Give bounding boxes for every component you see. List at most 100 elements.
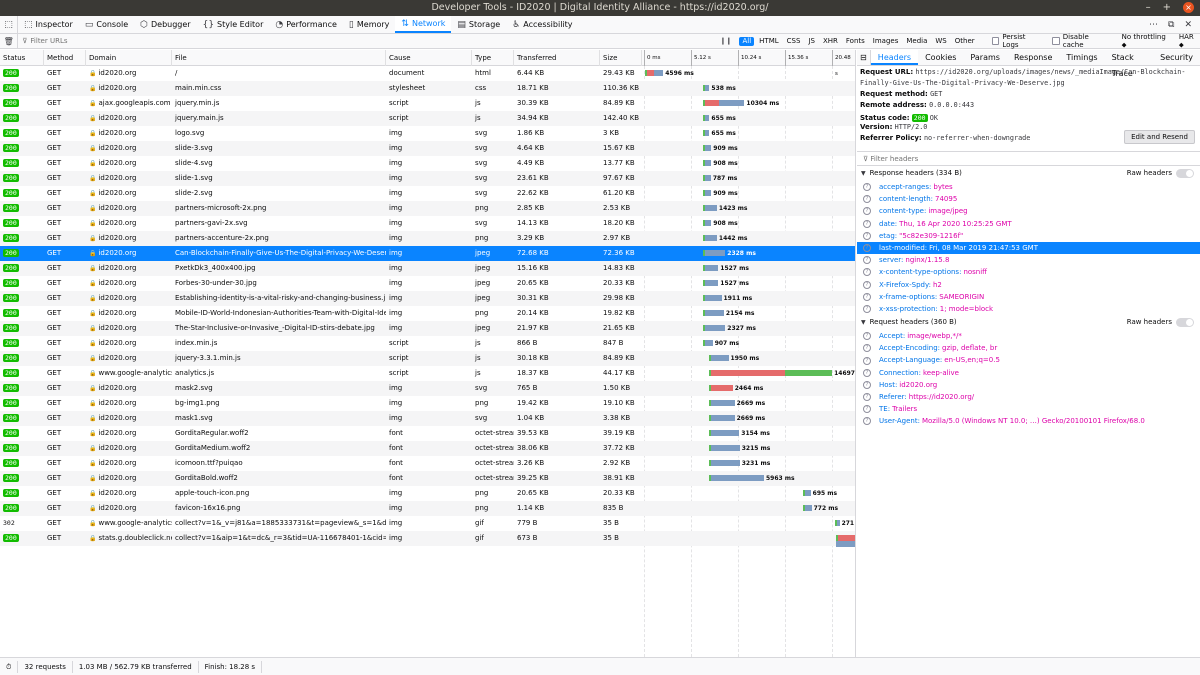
more-options-icon[interactable]: ⋯ [1149,20,1158,30]
throttling-select[interactable]: No throttling ⬥ [1122,33,1171,50]
help-icon[interactable]: ? [863,368,871,377]
request-row[interactable]: 200 GET 🔒 id2020.org jquery.main.js script js 3… [0,111,855,126]
toggle-switch[interactable] [1176,318,1194,328]
help-icon[interactable]: ? [863,292,871,301]
header-row[interactable]: ? TE: Trailers [857,403,1200,415]
collapse-triangle-icon[interactable]: ▼ [861,315,866,330]
help-icon[interactable]: ? [863,219,871,228]
header-row[interactable]: ? last-modified: Fri, 08 Mar 2019 21:47:53… [857,241,1200,255]
tab-debugger[interactable]: ⬡ Debugger [134,16,196,33]
request-row[interactable]: 200 GET 🔒 id2020.org slide-2.svg img svg 22.62 … [0,186,855,201]
minimize-icon[interactable]: – [1146,0,1151,16]
request-row[interactable]: 200 GET 🔒 id2020.org Establishing-identity-i… [0,291,855,306]
type-filter-all[interactable]: All [739,36,755,46]
type-filter-xhr[interactable]: XHR [820,37,841,46]
details-tab-response[interactable]: Response [1007,50,1059,65]
help-icon[interactable]: ? [863,195,871,204]
details-tab-stack-trace[interactable]: Stack Trace [1105,50,1154,78]
header-row[interactable]: ? x-xss-protection: 1; mode=block [857,303,1200,315]
request-row[interactable]: 200 GET 🔒 id2020.org The-Star-Inclusive-or-I… [0,321,855,336]
type-filter-html[interactable]: HTML [756,37,781,46]
persist-logs-checkbox[interactable]: Persist Logs [991,33,1042,49]
request-row[interactable]: 200 GET 🔒 id2020.org slide-1.svg img svg 23.61 … [0,171,855,186]
tab-console[interactable]: ▭ Console [79,16,134,33]
header-row[interactable]: ? Accept-Language: en-US,en;q=0.5 [857,354,1200,366]
column-header-cause[interactable]: Cause [386,50,472,66]
request-row[interactable]: 200 GET 🔒www.google-analytics....analytics… [0,366,855,381]
request-row[interactable]: 200 GET 🔒 ajax.googleapis.com jquery.min.js s… [0,96,855,111]
header-row[interactable]: ? server: nginx/1.15.8 [857,254,1200,266]
har-menu[interactable]: HAR ⬥ [1179,33,1200,50]
request-row[interactable]: 200 GET 🔒 id2020.org slide-4.svg img svg 4.49 K… [0,156,855,171]
column-header-transferred[interactable]: Transferred [514,50,600,66]
disable-cache-checkbox[interactable]: Disable cache [1052,33,1110,49]
request-row[interactable]: 200 GET 🔒 id2020.org / document html 6.44 KB 29.… [0,66,855,81]
tab-memory[interactable]: ▯ Memory [343,16,396,33]
column-header-size[interactable]: Size [600,50,642,66]
request-row[interactable]: 200 GET 🔒 id2020.org PxetkDk3_400x400.jpg img… [0,261,855,276]
toggle-sidebar-icon[interactable]: ⊟ [857,50,871,65]
close-icon[interactable]: × [1183,2,1194,13]
help-icon[interactable]: ? [863,231,871,240]
tab-storage[interactable]: ▤ Storage [451,16,506,33]
dock-icon[interactable]: ⧉ [1168,20,1174,30]
request-row[interactable]: 200 GET 🔒 id2020.org index.min.js script js 866… [0,336,855,351]
request-row[interactable]: 200 GET 🔒 id2020.org mask2.svg img svg 765 B 1.5… [0,381,855,396]
type-filter-fonts[interactable]: Fonts [843,37,868,46]
details-tab-cookies[interactable]: Cookies [918,50,963,65]
header-row[interactable]: ? etag: "5c82e309-1216f" [857,230,1200,242]
response-headers-section[interactable]: ▼ Response headers (334 B) Raw headers [857,166,1200,181]
request-row[interactable]: 200 GET 🔒 id2020.org favicon-16x16.png img png… [0,501,855,516]
details-tab-params[interactable]: Params [963,50,1007,65]
close-devtools-icon[interactable]: ✕ [1184,20,1192,30]
header-row[interactable]: ? content-length: 74095 [857,193,1200,205]
tab-style-editor[interactable]: {} Style Editor [197,16,270,33]
request-row[interactable]: 200 GET 🔒 id2020.org GorditaMedium.woff2 font… [0,441,855,456]
request-row[interactable]: 200 GET 🔒 stats.g.doubleclick.net collect?v=… [0,531,855,547]
clear-requests-icon[interactable]: 🗑 [0,37,17,46]
column-header-method[interactable]: Method [44,50,86,66]
help-icon[interactable]: ? [863,393,871,402]
request-row[interactable]: 200 GET 🔒 id2020.org GorditaBold.woff2 font oc… [0,471,855,486]
element-picker-icon[interactable]: ⬚ [0,16,18,33]
type-filter-js[interactable]: JS [805,37,818,46]
help-icon[interactable]: ? [863,405,871,414]
request-row[interactable]: 200 GET 🔒 id2020.org logo.svg img svg 1.86 KB 3 … [0,126,855,141]
details-tab-security[interactable]: Security [1153,50,1200,65]
column-header-status[interactable]: Status [0,50,44,66]
header-row[interactable]: ? X-Firefox-Spdy: h2 [857,279,1200,291]
request-row[interactable]: 200 GET 🔒 id2020.org GorditaRegular.woff2 fon… [0,426,855,441]
header-row[interactable]: ? Accept: image/webp,*/* [857,330,1200,342]
header-row[interactable]: ? Referer: https://id2020.org/ [857,391,1200,403]
help-icon[interactable]: ? [863,356,871,365]
request-row[interactable]: 200 GET 🔒 id2020.org Can-Blockchain-Finally-… [0,246,855,261]
column-header-file[interactable]: File [172,50,386,66]
type-filter-css[interactable]: CSS [784,37,804,46]
header-row[interactable]: ? accept-ranges: bytes [857,181,1200,193]
type-filter-media[interactable]: Media [903,37,930,46]
filter-urls-input[interactable]: ⊽ Filter URLs [17,34,716,48]
column-header-domain[interactable]: Domain [86,50,172,66]
request-headers-section[interactable]: ▼ Request headers (360 B) Raw headers [857,315,1200,330]
request-row[interactable]: 200 GET 🔒 id2020.org apple-touch-icon.png img… [0,486,855,501]
details-tab-timings[interactable]: Timings [1059,50,1104,65]
maximize-icon[interactable]: + [1163,0,1171,16]
header-row[interactable]: ? x-content-type-options: nosniff [857,266,1200,278]
help-icon[interactable]: ? [863,332,871,341]
edit-and-resend-button[interactable]: Edit and Resend [1124,130,1195,144]
header-row[interactable]: ? Connection: keep-alive [857,367,1200,379]
help-icon[interactable]: ? [863,280,871,289]
header-row[interactable]: ? date: Thu, 16 Apr 2020 10:25:25 GMT [857,218,1200,230]
help-icon[interactable]: ? [863,207,871,216]
help-icon[interactable]: ? [863,256,871,265]
help-icon[interactable]: ? [863,304,871,313]
filter-headers-input[interactable]: ⊽ Filter headers [857,151,1200,166]
request-row[interactable]: 200 GET 🔒 id2020.org partners-accenture-2x.p… [0,231,855,246]
header-row[interactable]: ? User-Agent: Mozilla/5.0 (Windows NT 10.0… [857,415,1200,427]
header-row[interactable]: ? Accept-Encoding: gzip, deflate, br [857,342,1200,354]
header-row[interactable]: ? Host: id2020.org [857,379,1200,391]
request-row[interactable]: 302 GET 🔒www.google-analytics....collect?v… [0,516,855,531]
request-row[interactable]: 200 GET 🔒 id2020.org partners-gavi-2x.svg img… [0,216,855,231]
type-filter-images[interactable]: Images [870,37,902,46]
response-raw-headers-toggle[interactable]: Raw headers [1127,166,1194,181]
